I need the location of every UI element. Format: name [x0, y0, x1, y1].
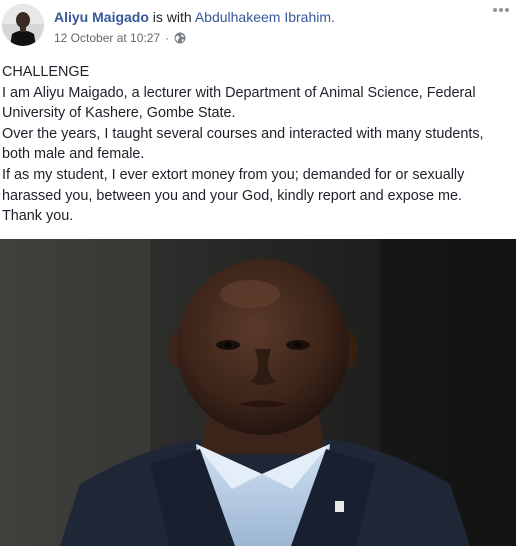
meta-separator: · — [165, 31, 170, 45]
post-header-line: Aliyu Maigado is with Abdulhakeem Ibrahi… — [54, 9, 335, 25]
author-name-link[interactable]: Aliyu Maigado — [54, 9, 149, 25]
tagged-user-link[interactable]: Abdulhakeem Ibrahim. — [195, 9, 335, 25]
post-text-line: I am Aliyu Maigado, a lecturer with Depa… — [2, 84, 476, 122]
facebook-post: Aliyu Maigado is with Abdulhakeem Ibrahi… — [0, 0, 516, 546]
globe-icon[interactable] — [174, 32, 186, 44]
post-timestamp-link[interactable]: 12 October at 10:27 — [54, 31, 160, 45]
with-label: is with — [152, 9, 192, 25]
more-options-icon[interactable] — [488, 2, 514, 22]
post-photo[interactable] — [0, 239, 516, 546]
post-text-line: If as my student, I ever extort money fr… — [2, 166, 465, 204]
post-text-line: CHALLENGE — [2, 64, 90, 80]
post-text-line: Thank you. — [2, 208, 74, 225]
post-header: Aliyu Maigado is with Abdulhakeem Ibrahi… — [0, 0, 516, 56]
post-text-line: Over the years, I taught several courses… — [2, 125, 484, 163]
profile-avatar[interactable] — [2, 4, 44, 46]
post-body-text: CHALLENGE I am Aliyu Maigado, a lecturer… — [2, 62, 514, 227]
post-meta: 12 October at 10:27 · — [54, 31, 186, 45]
